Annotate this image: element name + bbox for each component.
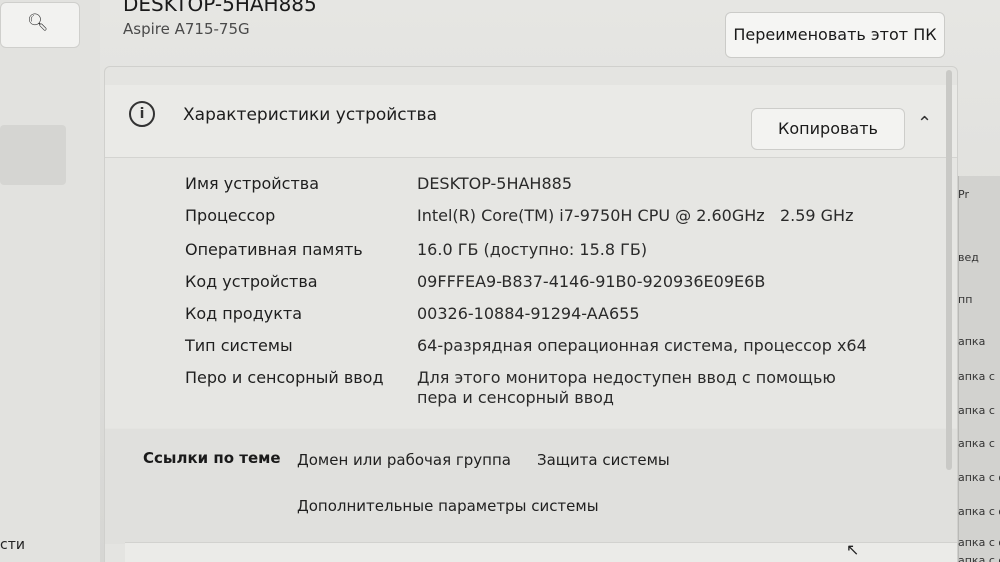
spec-value: Для этого монитора недоступен ввод с пом… <box>417 368 836 407</box>
background-window-text: апка с ф <box>958 536 1000 549</box>
spec-label: Перо и сенсорный ввод <box>185 368 384 387</box>
search-icon[interactable]: 🔍︎ <box>27 13 49 33</box>
info-icon: i <box>129 101 155 127</box>
related-links: Ссылки по теме Домен или рабочая группа … <box>105 429 957 544</box>
mouse-cursor-icon: ↖ <box>846 540 860 559</box>
background-window-text: апка с <box>958 437 995 450</box>
settings-window: 🔍︎ сти DESKTOP-5HAH885 Aspire A715-75G П… <box>0 0 1000 562</box>
spec-label: Код устройства <box>185 272 318 291</box>
rename-pc-button[interactable]: Переименовать этот ПК <box>725 12 945 58</box>
link-advanced-system-settings[interactable]: Дополнительные параметры системы <box>297 497 599 515</box>
chevron-up-icon[interactable]: ⌃ <box>917 113 932 134</box>
spec-label: Код продукта <box>185 304 303 323</box>
spec-value: Intel(R) Core(TM) i7-9750H CPU @ 2.60GHz… <box>417 206 854 225</box>
background-window-text: апка с <box>958 370 995 383</box>
spec-label: Имя устройства <box>185 174 320 193</box>
device-specs-card: i Характеристики устройства Копировать ⌃… <box>104 66 958 562</box>
spec-label: Процессор <box>185 206 276 225</box>
scrollbar[interactable] <box>946 70 952 470</box>
background-window-text: пп <box>958 293 973 306</box>
spec-value: 00326-10884-91294-AA655 <box>417 304 640 323</box>
device-specs-title: Характеристики устройства <box>183 105 437 125</box>
spec-value: DESKTOP-5HAH885 <box>417 174 572 193</box>
spec-value: 09FFFEA9-B837-4146-91B0-920936E09E6B <box>417 272 766 291</box>
nav-item-selected[interactable] <box>0 125 66 185</box>
background-window-text: Pr <box>958 188 969 201</box>
link-system-protection[interactable]: Защита системы <box>537 451 670 469</box>
background-window-text: апка <box>958 335 986 348</box>
related-links-label: Ссылки по теме <box>143 449 281 467</box>
background-window-text: апка с ф <box>958 505 1000 518</box>
spec-label: Тип системы <box>185 336 293 355</box>
spec-list: Имя устройства DESKTOP-5HAH885 Процессор… <box>105 158 957 428</box>
search-box[interactable]: 🔍︎ <box>0 2 80 48</box>
background-window-text: апка с ф <box>958 471 1000 484</box>
next-section-edge <box>125 542 957 562</box>
background-window-text: вед <box>958 251 979 264</box>
spec-value: 64-разрядная операционная система, проце… <box>417 336 867 355</box>
device-name-heading: DESKTOP-5HAH885 <box>123 0 317 16</box>
spec-label: Оперативная память <box>185 240 363 259</box>
nav-item-partial-label[interactable]: сти <box>0 537 25 553</box>
copy-button[interactable]: Копировать <box>751 108 905 150</box>
background-window-text: апка с ф <box>958 554 1000 562</box>
device-specs-header[interactable]: i Характеристики устройства Копировать ⌃ <box>105 85 957 158</box>
left-navigation: 🔍︎ сти <box>0 0 100 562</box>
spec-value: 16.0 ГБ (доступно: 15.8 ГБ) <box>417 240 648 259</box>
link-domain-workgroup[interactable]: Домен или рабочая группа <box>297 451 511 469</box>
background-window-text: апка с <box>958 404 995 417</box>
device-model: Aspire A715-75G <box>123 20 250 38</box>
